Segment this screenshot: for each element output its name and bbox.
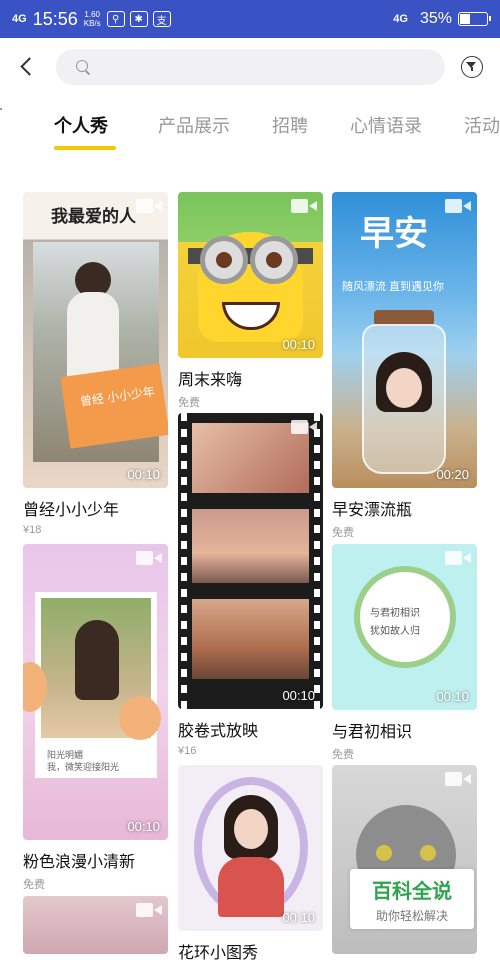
- template-card[interactable]: 早安 随风漂流 直到遇见你 00:20 早安漂流瓶 免费: [332, 192, 477, 540]
- template-price: ¥18: [23, 524, 42, 536]
- video-duration: 00:10: [127, 819, 160, 834]
- template-card[interactable]: 与君初相识 犹如故人归 00:10 与君初相识 免费: [332, 544, 477, 762]
- note-text: 曾经 小小少年: [79, 384, 156, 409]
- thumbnail-caption-line2: 我，微笑迎接阳光: [47, 762, 120, 772]
- template-card[interactable]: 阳光明媚 我，微笑迎接阳光 00:10 粉色浪漫小清新 免费: [23, 544, 168, 892]
- template-thumbnail: 早安 随风漂流 直到遇见你 00:20: [332, 192, 477, 488]
- category-tabs: 个人秀 产品展示 招聘 心情语录 活动: [0, 96, 500, 158]
- app-notification-icon: 支: [152, 11, 171, 27]
- video-duration: 00:10: [282, 337, 315, 352]
- sticky-note: 曾经 小小少年: [60, 363, 168, 449]
- video-duration: 00:10: [436, 689, 469, 704]
- video-camera-icon: [291, 198, 317, 214]
- template-title: 胶卷式放映: [178, 723, 259, 740]
- template-thumbnail: 00:10: [178, 765, 323, 931]
- template-card[interactable]: 我最爱的人 曾经 小小少年 00:10 曾经小小少年 ¥18: [23, 192, 168, 536]
- shield-icon: ✱: [129, 11, 148, 27]
- template-price: 免费: [178, 397, 200, 409]
- video-camera-icon: [445, 198, 471, 214]
- usb-icon: ⚲: [106, 11, 125, 27]
- template-price: 免费: [332, 749, 354, 761]
- film-frame-3: [192, 599, 309, 679]
- back-button[interactable]: [14, 54, 40, 80]
- template-title: 早安漂流瓶: [332, 502, 413, 519]
- person-face: [386, 368, 422, 408]
- video-duration: 00:10: [127, 467, 160, 482]
- person-body: [67, 292, 119, 382]
- balloon-right: [119, 696, 161, 740]
- thumbnail-subcaption: 随风漂流 直到遇见你: [342, 281, 445, 293]
- right-pupil: [266, 252, 282, 268]
- search-input[interactable]: [96, 49, 426, 85]
- tab-overflow-indicator: [0, 108, 2, 110]
- film-frame-2: [192, 509, 309, 583]
- template-thumbnail: [23, 896, 168, 954]
- template-title: 花环小图秀: [178, 945, 259, 962]
- video-camera-icon: [136, 550, 162, 566]
- network-speed: 1.60 KB/s: [84, 10, 101, 28]
- video-duration: 00:10: [282, 910, 315, 925]
- template-thumbnail: 与君初相识 犹如故人归 00:10: [332, 544, 477, 710]
- video-duration: 00:20: [436, 467, 469, 482]
- cat-right-eye: [420, 845, 436, 861]
- template-price: 免费: [23, 879, 45, 891]
- tab-personal-show[interactable]: 个人秀: [54, 112, 108, 138]
- cat-left-eye: [376, 845, 392, 861]
- video-camera-icon: [445, 550, 471, 566]
- template-card[interactable]: 00:10 花环小图秀: [178, 765, 323, 963]
- template-thumbnail: 00:10: [178, 413, 323, 709]
- video-camera-icon: [136, 902, 162, 918]
- filter-icon[interactable]: [461, 56, 483, 78]
- person-face: [234, 809, 268, 849]
- tab-recruitment[interactable]: 招聘: [272, 112, 308, 138]
- left-pupil: [216, 252, 232, 268]
- template-title: 粉色浪漫小清新: [23, 854, 136, 871]
- search-header: [0, 38, 500, 96]
- speed-value: 1.60: [84, 10, 100, 19]
- battery-percent: 35%: [419, 10, 452, 27]
- template-title: 与君初相识: [332, 724, 413, 741]
- search-bar[interactable]: [56, 49, 445, 85]
- video-camera-icon: [445, 771, 471, 787]
- video-camera-icon: [136, 198, 162, 214]
- thumbnail-caption-line1: 与君初相识: [370, 608, 420, 619]
- template-price: 免费: [332, 527, 354, 539]
- speed-unit: KB/s: [83, 19, 101, 28]
- search-icon: [76, 60, 88, 72]
- watermark-sub: 助你轻松解决: [375, 909, 448, 923]
- tab-product-display[interactable]: 产品展示: [158, 112, 230, 138]
- film-sprocket-right: [314, 413, 320, 709]
- watermark: 百科全说 助你轻松解决: [350, 869, 474, 929]
- thumbnail-caption: 我最爱的人: [51, 207, 136, 226]
- tab-mood-quotes[interactable]: 心情语录: [350, 112, 422, 138]
- tab-activities[interactable]: 活动: [464, 112, 500, 138]
- template-card[interactable]: 00:10 周末来嗨 免费: [178, 192, 323, 410]
- network-indicator: 4G: [12, 12, 27, 25]
- template-card[interactable]: [23, 896, 168, 954]
- film-sprocket-left: [181, 413, 187, 709]
- status-bar: 4G 15:56 1.60 KB/s ⚲ ✱ 支 4G 35%: [0, 0, 500, 38]
- watermark-main: 百科全说: [372, 881, 452, 903]
- person-hair: [75, 620, 119, 700]
- template-title: 周末来嗨: [178, 372, 243, 389]
- status-time: 15:56: [32, 8, 78, 29]
- person-dress: [218, 857, 284, 917]
- video-duration: 00:10: [282, 688, 315, 703]
- template-thumbnail: 00:10: [178, 192, 323, 358]
- template-thumbnail: 我最爱的人 曾经 小小少年 00:10: [23, 192, 168, 488]
- battery-icon: [458, 12, 491, 26]
- template-price: ¥16: [178, 745, 197, 757]
- video-camera-icon: [291, 419, 317, 435]
- template-title: 曾经小小少年: [23, 502, 120, 519]
- thumbnail-caption: 早安: [360, 215, 428, 253]
- thumbnail-caption-line2: 犹如故人归: [370, 626, 420, 637]
- network-indicator-right: 4G: [393, 12, 408, 25]
- template-thumbnail: 阳光明媚 我，微笑迎接阳光 00:10: [23, 544, 168, 840]
- active-tab-indicator: [54, 146, 116, 150]
- template-card[interactable]: 00:10 胶卷式放映 ¥16: [178, 413, 323, 757]
